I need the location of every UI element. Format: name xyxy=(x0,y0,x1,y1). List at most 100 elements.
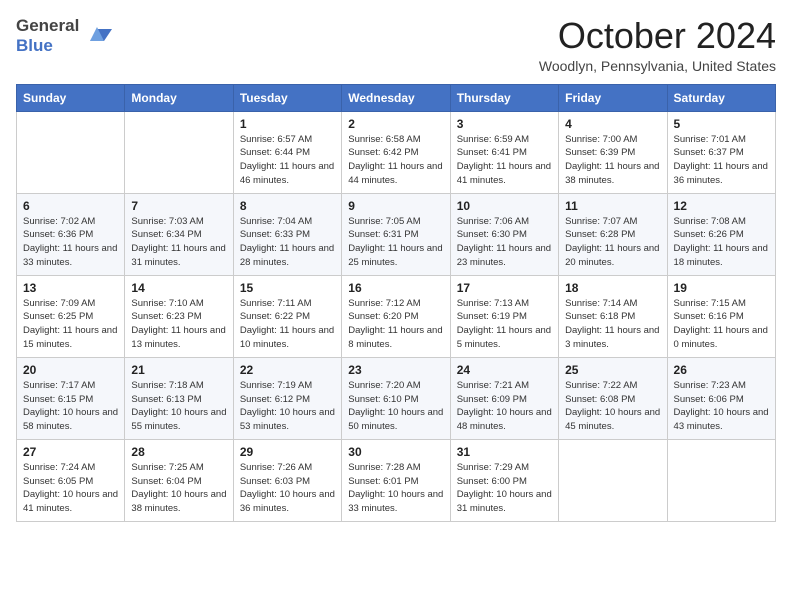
day-info: Sunrise: 7:09 AM Sunset: 6:25 PM Dayligh… xyxy=(23,297,118,352)
day-info: Sunrise: 7:01 AM Sunset: 6:37 PM Dayligh… xyxy=(674,133,769,188)
calendar-week-3: 13 Sunrise: 7:09 AM Sunset: 6:25 PM Dayli… xyxy=(17,275,776,357)
day-number: 15 xyxy=(240,281,335,295)
table-row: 29Sunrise: 7:26 AM Sunset: 6:03 PM Dayli… xyxy=(233,439,341,521)
table-row: 13 Sunrise: 7:09 AM Sunset: 6:25 PM Dayli… xyxy=(17,275,125,357)
col-sunday: Sunday xyxy=(17,84,125,111)
day-info: Sunrise: 7:05 AM Sunset: 6:31 PM Dayligh… xyxy=(348,215,443,270)
title-block: October 2024 Woodlyn, Pennsylvania, Unit… xyxy=(539,16,776,74)
table-row: 25 Sunrise: 7:22 AM Sunset: 6:08 PM Dayli… xyxy=(559,357,667,439)
day-info: Sunrise: 7:23 AM Sunset: 6:06 PM Dayligh… xyxy=(674,379,769,434)
day-info: Sunrise: 7:29 AM Sunset: 6:00 PM Dayligh… xyxy=(457,461,552,516)
logo-general: General xyxy=(16,16,79,35)
table-row: 17Sunrise: 7:13 AM Sunset: 6:19 PM Dayli… xyxy=(450,275,558,357)
day-info: Sunrise: 7:24 AM Sunset: 6:05 PM Dayligh… xyxy=(23,461,118,516)
col-wednesday: Wednesday xyxy=(342,84,450,111)
table-row xyxy=(559,439,667,521)
table-row: 27 Sunrise: 7:24 AM Sunset: 6:05 PM Dayli… xyxy=(17,439,125,521)
calendar-week-2: 6 Sunrise: 7:02 AM Sunset: 6:36 PM Daylig… xyxy=(17,193,776,275)
day-info: Sunrise: 7:15 AM Sunset: 6:16 PM Dayligh… xyxy=(674,297,769,352)
day-number: 8 xyxy=(240,199,335,213)
day-number: 4 xyxy=(565,117,660,131)
calendar-header: Sunday Monday Tuesday Wednesday Thursday… xyxy=(17,84,776,111)
day-info: Sunrise: 6:58 AM Sunset: 6:42 PM Dayligh… xyxy=(348,133,443,188)
calendar-body: 1Sunrise: 6:57 AM Sunset: 6:44 PM Daylig… xyxy=(17,111,776,521)
table-row: 21 Sunrise: 7:18 AM Sunset: 6:13 PM Dayli… xyxy=(125,357,233,439)
logo-blue: Blue xyxy=(16,36,53,55)
table-row xyxy=(667,439,775,521)
table-row: 2Sunrise: 6:58 AM Sunset: 6:42 PM Daylig… xyxy=(342,111,450,193)
table-row: 7Sunrise: 7:03 AM Sunset: 6:34 PM Daylig… xyxy=(125,193,233,275)
day-info: Sunrise: 7:26 AM Sunset: 6:03 PM Dayligh… xyxy=(240,461,335,516)
day-number: 19 xyxy=(674,281,769,295)
col-saturday: Saturday xyxy=(667,84,775,111)
day-info: Sunrise: 7:25 AM Sunset: 6:04 PM Dayligh… xyxy=(131,461,226,516)
calendar-week-4: 20 Sunrise: 7:17 AM Sunset: 6:15 PM Dayli… xyxy=(17,357,776,439)
table-row: 20 Sunrise: 7:17 AM Sunset: 6:15 PM Dayli… xyxy=(17,357,125,439)
col-tuesday: Tuesday xyxy=(233,84,341,111)
day-info: Sunrise: 7:13 AM Sunset: 6:19 PM Dayligh… xyxy=(457,297,552,352)
table-row: 26 Sunrise: 7:23 AM Sunset: 6:06 PM Dayli… xyxy=(667,357,775,439)
day-info: Sunrise: 7:22 AM Sunset: 6:08 PM Dayligh… xyxy=(565,379,660,434)
table-row: 19 Sunrise: 7:15 AM Sunset: 6:16 PM Dayli… xyxy=(667,275,775,357)
col-friday: Friday xyxy=(559,84,667,111)
day-number: 24 xyxy=(457,363,552,377)
day-number: 23 xyxy=(348,363,443,377)
day-number: 30 xyxy=(348,445,443,459)
table-row: 4Sunrise: 7:00 AM Sunset: 6:39 PM Daylig… xyxy=(559,111,667,193)
day-number: 3 xyxy=(457,117,552,131)
table-row: 8 Sunrise: 7:04 AM Sunset: 6:33 PM Daylig… xyxy=(233,193,341,275)
day-info: Sunrise: 6:57 AM Sunset: 6:44 PM Dayligh… xyxy=(240,133,335,188)
day-number: 6 xyxy=(23,199,118,213)
day-number: 11 xyxy=(565,199,660,213)
table-row: 22 Sunrise: 7:19 AM Sunset: 6:12 PM Dayli… xyxy=(233,357,341,439)
table-row: 1Sunrise: 6:57 AM Sunset: 6:44 PM Daylig… xyxy=(233,111,341,193)
logo-icon xyxy=(82,19,112,49)
day-number: 9 xyxy=(348,199,443,213)
table-row: 10 Sunrise: 7:06 AM Sunset: 6:30 PM Dayli… xyxy=(450,193,558,275)
day-number: 22 xyxy=(240,363,335,377)
logo: General Blue xyxy=(16,16,112,55)
day-info: Sunrise: 7:28 AM Sunset: 6:01 PM Dayligh… xyxy=(348,461,443,516)
day-info: Sunrise: 7:07 AM Sunset: 6:28 PM Dayligh… xyxy=(565,215,660,270)
day-number: 26 xyxy=(674,363,769,377)
day-info: Sunrise: 7:14 AM Sunset: 6:18 PM Dayligh… xyxy=(565,297,660,352)
day-info: Sunrise: 7:11 AM Sunset: 6:22 PM Dayligh… xyxy=(240,297,335,352)
day-info: Sunrise: 7:06 AM Sunset: 6:30 PM Dayligh… xyxy=(457,215,552,270)
location: Woodlyn, Pennsylvania, United States xyxy=(539,58,776,74)
table-row: 11 Sunrise: 7:07 AM Sunset: 6:28 PM Dayli… xyxy=(559,193,667,275)
day-info: Sunrise: 7:02 AM Sunset: 6:36 PM Dayligh… xyxy=(23,215,118,270)
day-number: 14 xyxy=(131,281,226,295)
calendar-week-1: 1Sunrise: 6:57 AM Sunset: 6:44 PM Daylig… xyxy=(17,111,776,193)
col-monday: Monday xyxy=(125,84,233,111)
day-number: 10 xyxy=(457,199,552,213)
header-row: Sunday Monday Tuesday Wednesday Thursday… xyxy=(17,84,776,111)
day-info: Sunrise: 7:19 AM Sunset: 6:12 PM Dayligh… xyxy=(240,379,335,434)
table-row xyxy=(17,111,125,193)
table-row: 5 Sunrise: 7:01 AM Sunset: 6:37 PM Daylig… xyxy=(667,111,775,193)
day-info: Sunrise: 7:08 AM Sunset: 6:26 PM Dayligh… xyxy=(674,215,769,270)
table-row: 30 Sunrise: 7:28 AM Sunset: 6:01 PM Dayli… xyxy=(342,439,450,521)
table-row: 12Sunrise: 7:08 AM Sunset: 6:26 PM Dayli… xyxy=(667,193,775,275)
table-row: 6 Sunrise: 7:02 AM Sunset: 6:36 PM Daylig… xyxy=(17,193,125,275)
table-row: 9 Sunrise: 7:05 AM Sunset: 6:31 PM Daylig… xyxy=(342,193,450,275)
day-info: Sunrise: 7:18 AM Sunset: 6:13 PM Dayligh… xyxy=(131,379,226,434)
table-row: 14Sunrise: 7:10 AM Sunset: 6:23 PM Dayli… xyxy=(125,275,233,357)
day-number: 21 xyxy=(131,363,226,377)
day-number: 20 xyxy=(23,363,118,377)
day-info: Sunrise: 7:17 AM Sunset: 6:15 PM Dayligh… xyxy=(23,379,118,434)
page: General Blue October 2024 Woodlyn, Penns… xyxy=(0,0,792,612)
col-thursday: Thursday xyxy=(450,84,558,111)
calendar-table: Sunday Monday Tuesday Wednesday Thursday… xyxy=(16,84,776,522)
day-number: 16 xyxy=(348,281,443,295)
day-info: Sunrise: 7:04 AM Sunset: 6:33 PM Dayligh… xyxy=(240,215,335,270)
day-info: Sunrise: 7:21 AM Sunset: 6:09 PM Dayligh… xyxy=(457,379,552,434)
table-row: 28 Sunrise: 7:25 AM Sunset: 6:04 PM Dayli… xyxy=(125,439,233,521)
day-info: Sunrise: 7:03 AM Sunset: 6:34 PM Dayligh… xyxy=(131,215,226,270)
day-number: 27 xyxy=(23,445,118,459)
day-number: 28 xyxy=(131,445,226,459)
day-number: 25 xyxy=(565,363,660,377)
table-row: 23Sunrise: 7:20 AM Sunset: 6:10 PM Dayli… xyxy=(342,357,450,439)
day-number: 13 xyxy=(23,281,118,295)
day-number: 5 xyxy=(674,117,769,131)
day-number: 18 xyxy=(565,281,660,295)
